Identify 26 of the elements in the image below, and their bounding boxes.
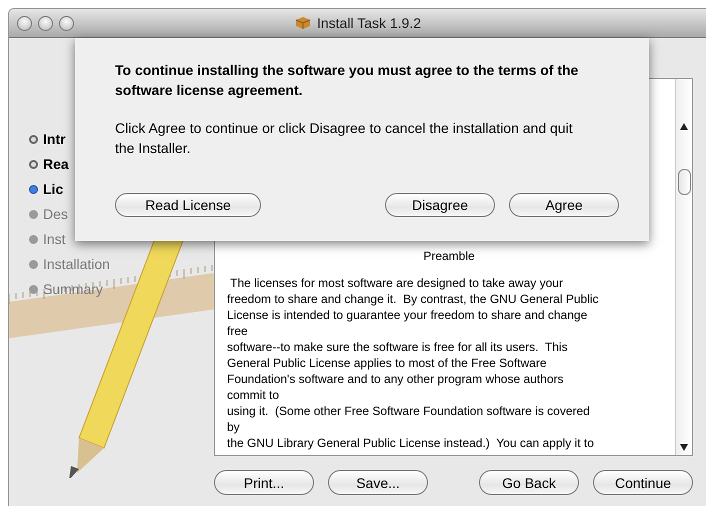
dialog-button[interactable]: Continue <box>593 470 693 495</box>
scroll-thumb[interactable] <box>678 169 690 195</box>
dialog-button[interactable]: Save... <box>328 470 428 495</box>
scroll-down-arrow-icon[interactable] <box>680 444 688 451</box>
read-license-button[interactable]: Read License <box>115 193 261 217</box>
sheet-title: To continue installing the software you must agree to the terms of the software license agreement. <box>115 61 580 100</box>
step-label: Installation <box>43 256 110 272</box>
dialog-button[interactable]: Go Back <box>479 470 579 495</box>
sheet-message: Click Agree to continue or click Disagree to cancel the installation and quit the Installer. <box>115 119 574 158</box>
window-title: Install Task 1.9.2 <box>316 15 422 31</box>
scroll-up-arrow-icon[interactable] <box>680 123 688 130</box>
package-icon <box>294 15 311 31</box>
window-control-button[interactable] <box>59 16 74 30</box>
step-label: Des <box>43 206 68 222</box>
license-heading: Preamble <box>422 249 476 263</box>
window-control-button[interactable] <box>38 16 53 30</box>
step-label: Intr <box>43 131 66 147</box>
step-label: Lic <box>43 181 64 197</box>
step-label: Rea <box>43 156 69 172</box>
sheet-button[interactable]: Agree <box>509 193 619 217</box>
scroll-bar[interactable] <box>675 79 692 455</box>
license-paragraph: The licenses for most software are designed to take away your freedom to share and change it. By contrast, the GNU General Public License is intended to guarantee your freedom to share and change free software--to make sure the software is free for all its users. This General Public License applies to most of the Free Software Foundation's software and to any other program whose authors commit to using it. (Some other Free Software Foundation software is covered by the GNU Library General Public License instead.) You can apply it to <box>227 275 600 451</box>
step-label: Inst <box>43 231 66 247</box>
sheet-button[interactable]: Disagree <box>385 193 495 217</box>
window-control-button[interactable] <box>17 16 32 30</box>
dialog-button[interactable]: Print... <box>214 470 314 495</box>
